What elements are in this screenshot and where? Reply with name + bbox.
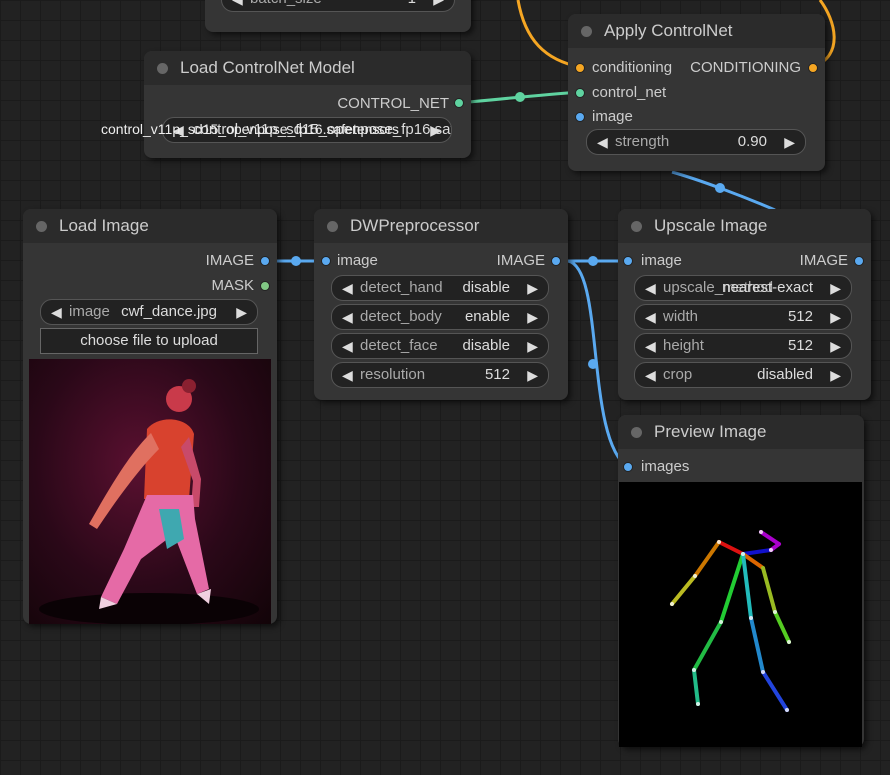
input-conditioning[interactable]: conditioning [592,58,672,78]
input-port-image[interactable] [575,112,585,122]
node-title[interactable]: Load Image [23,209,277,243]
increment-arrow-icon[interactable]: ▶ [433,0,444,11]
upscale-method-widget[interactable]: ◀ upscale_method nearest-exact ▶ [634,275,852,301]
collapse-dot-icon[interactable] [581,26,592,37]
dwpreprocessor-node[interactable]: DWPreprocessor image IMAGE ◀ detect_hand… [314,209,568,400]
output-port-image[interactable] [551,256,561,266]
output-image[interactable]: IMAGE [800,251,848,271]
increment-arrow-icon[interactable]: ▶ [830,305,841,329]
loaded-image-preview [29,359,271,624]
width-widget[interactable]: ◀ width 512 ▶ [634,304,852,330]
decrement-arrow-icon[interactable]: ◀ [342,276,353,300]
collapse-dot-icon[interactable] [631,221,642,232]
load-controlnet-node[interactable]: Load ControlNet Model CONTROL_NET ◀ cont… [144,51,471,158]
upscale-image-node[interactable]: Upscale Image image IMAGE ◀ upscale_meth… [618,209,871,400]
node-title[interactable]: Preview Image [618,415,864,449]
input-image[interactable]: image [337,251,378,271]
input-port-conditioning[interactable] [575,63,585,73]
input-image[interactable]: image [592,107,633,127]
output-control-net[interactable]: CONTROL_NET [337,94,449,114]
input-image[interactable]: image [641,251,682,271]
increment-arrow-icon[interactable]: ▶ [527,305,538,329]
batch-size-widget[interactable]: ◀ batch_size 1 ▶ [221,0,455,12]
detect-face-widget[interactable]: ◀ detect_face disable ▶ [331,333,549,359]
decrement-arrow-icon[interactable]: ◀ [645,305,656,329]
detect-body-widget[interactable]: ◀ detect_body enable ▶ [331,304,549,330]
detect-hand-widget[interactable]: ◀ detect_hand disable ▶ [331,275,549,301]
decrement-arrow-icon[interactable]: ◀ [51,300,62,324]
collapse-dot-icon[interactable] [631,427,642,438]
strength-widget[interactable]: ◀ strength 0.90 ▶ [586,129,806,155]
input-port-image[interactable] [321,256,331,266]
ckpt-overlay-label: control_v11p_sd15_openpose_fp16.safetens… [101,121,399,137]
decrement-arrow-icon[interactable]: ◀ [342,305,353,329]
input-port-control-net[interactable] [575,88,585,98]
input-port-image[interactable] [623,256,633,266]
output-port-image[interactable] [854,256,864,266]
increment-arrow-icon[interactable]: ▶ [830,276,841,300]
increment-arrow-icon[interactable]: ▶ [830,334,841,358]
preview-image-node[interactable]: Preview Image images [618,415,864,747]
resolution-widget[interactable]: ◀ resolution 512 ▶ [331,362,549,388]
increment-arrow-icon[interactable]: ▶ [236,300,247,324]
decrement-arrow-icon[interactable]: ◀ [645,276,656,300]
node-title[interactable]: Load ControlNet Model [144,51,471,85]
node-title[interactable]: Apply ControlNet [568,14,825,48]
output-port-mask[interactable] [260,281,270,291]
input-images[interactable]: images [641,457,689,477]
output-port-conditioning[interactable] [808,63,818,73]
increment-arrow-icon[interactable]: ▶ [430,118,441,142]
partial-node: ◀ batch_size 1 ▶ [205,0,471,32]
crop-widget[interactable]: ◀ crop disabled ▶ [634,362,852,388]
decrement-arrow-icon[interactable]: ◀ [645,334,656,358]
output-conditioning[interactable]: CONDITIONING [690,58,801,78]
load-image-node[interactable]: Load Image IMAGE MASK ◀ image cwf_dance.… [23,209,277,624]
increment-arrow-icon[interactable]: ▶ [784,130,795,154]
increment-arrow-icon[interactable]: ▶ [830,363,841,387]
increment-arrow-icon[interactable]: ▶ [527,363,538,387]
decrement-arrow-icon[interactable]: ◀ [232,0,243,11]
decrement-arrow-icon[interactable]: ◀ [597,130,608,154]
increment-arrow-icon[interactable]: ▶ [527,276,538,300]
decrement-arrow-icon[interactable]: ◀ [342,334,353,358]
apply-controlnet-node[interactable]: Apply ControlNet conditioning CONDITIONI… [568,14,825,171]
output-port-image[interactable] [260,256,270,266]
node-title[interactable]: Upscale Image [618,209,871,243]
collapse-dot-icon[interactable] [36,221,47,232]
decrement-arrow-icon[interactable]: ◀ [645,363,656,387]
increment-arrow-icon[interactable]: ▶ [527,334,538,358]
pose-preview-image [619,482,862,747]
output-image[interactable]: IMAGE [206,251,254,271]
output-image[interactable]: IMAGE [497,251,545,271]
output-mask[interactable]: MASK [211,276,254,296]
output-port-control-net[interactable] [454,98,464,108]
decrement-arrow-icon[interactable]: ◀ [342,363,353,387]
dancer-photo [39,379,259,624]
input-control-net[interactable]: control_net [592,83,666,103]
upload-button[interactable]: choose file to upload [40,328,258,354]
collapse-dot-icon[interactable] [327,221,338,232]
openpose-skeleton [670,530,791,712]
collapse-dot-icon[interactable] [157,63,168,74]
height-widget[interactable]: ◀ height 512 ▶ [634,333,852,359]
image-select-widget[interactable]: ◀ image cwf_dance.jpg ▶ [40,299,258,325]
node-title[interactable]: DWPreprocessor [314,209,568,243]
input-port-images[interactable] [623,462,633,472]
